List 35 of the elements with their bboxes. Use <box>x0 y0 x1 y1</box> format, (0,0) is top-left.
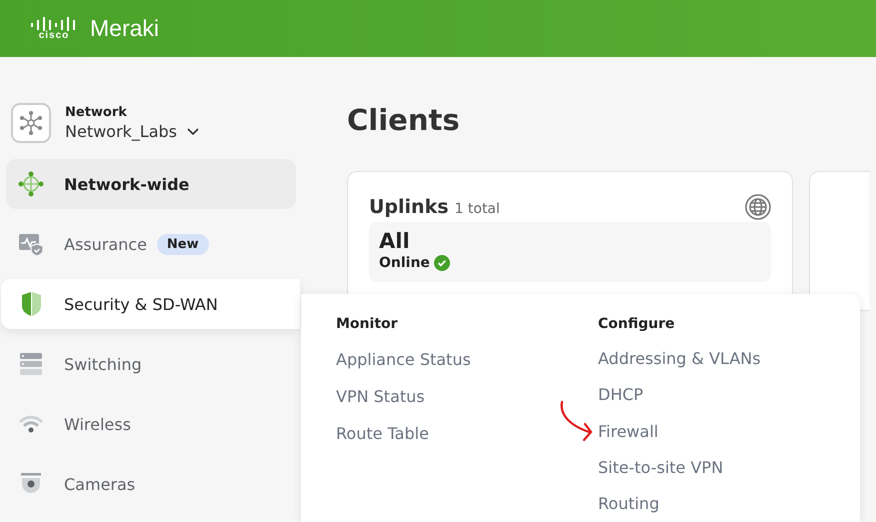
monitor-shield-icon <box>18 231 44 257</box>
check-circle-icon <box>434 255 450 271</box>
menu-link[interactable]: Addressing & VLANs <box>598 341 860 378</box>
menu-link[interactable]: DHCP <box>598 377 860 414</box>
sidebar-item[interactable]: Cameras <box>6 459 296 509</box>
sidebar-item[interactable]: Security & SD-WAN <box>1 279 300 329</box>
sidebar-item[interactable]: Assurance New <box>6 219 296 269</box>
menu-link[interactable]: Firewall <box>598 413 860 450</box>
globe-icon <box>18 171 44 197</box>
chevron-down-icon <box>187 128 200 136</box>
uplink-filter[interactable]: All Online <box>369 222 771 282</box>
logo-wordmark: cisco <box>38 30 70 40</box>
menu-heading: Configure <box>598 316 676 332</box>
product-name: Meraki <box>90 15 160 42</box>
server-stack-icon <box>18 351 44 377</box>
network-icon <box>11 103 51 143</box>
menu-heading: Monitor <box>336 316 399 332</box>
sidebar-item[interactable]: Switching <box>6 339 296 389</box>
menu-link[interactable]: Site-to-site VPN <box>598 450 860 486</box>
status-text: Online <box>379 255 430 271</box>
menu-link[interactable]: VPN Status <box>336 378 598 415</box>
sidebar-item[interactable]: Wireless <box>6 399 296 449</box>
logo-bars-icon <box>30 16 78 30</box>
filter-value: All <box>379 229 411 253</box>
new-badge: New <box>156 234 209 254</box>
menu-link[interactable]: Routing <box>598 486 860 522</box>
uplink-count: 1 total <box>454 201 500 217</box>
sidebar-item[interactable]: Network-wide <box>6 159 296 209</box>
page-title: Clients <box>347 103 461 137</box>
globe-icon[interactable] <box>745 194 771 220</box>
menu-link[interactable]: Route Table <box>336 415 598 452</box>
menu-link[interactable]: Appliance Status <box>336 341 598 378</box>
network-selector[interactable]: Network_Labs <box>65 122 200 141</box>
card-title: Uplinks <box>369 196 449 218</box>
network-label: Network <box>65 105 128 120</box>
